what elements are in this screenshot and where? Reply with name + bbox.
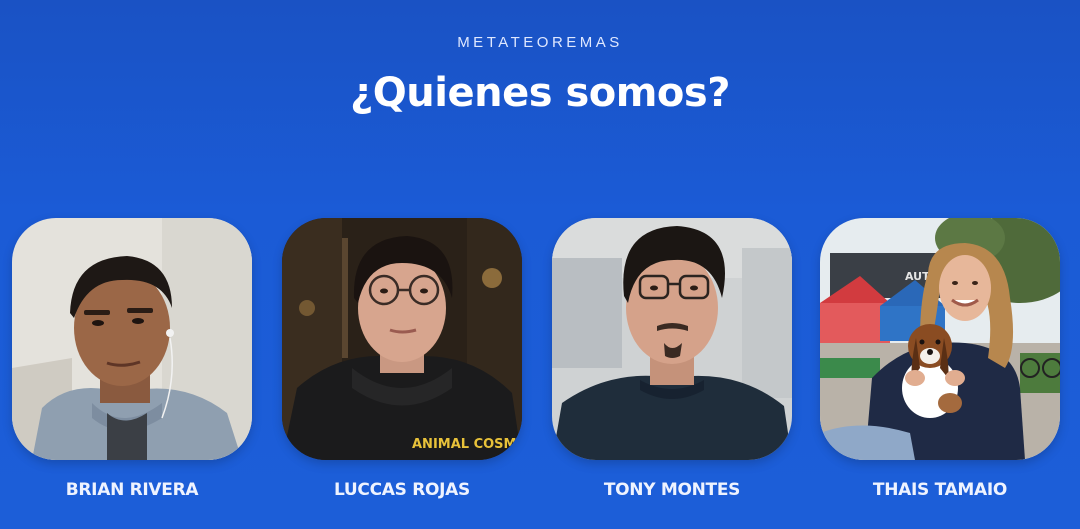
- kicker-label: METATEOREMAS: [457, 34, 623, 51]
- page-title: ¿Quienes somos?: [350, 70, 730, 116]
- team-member-photo-luccas: ANIMAL COSMIC: [282, 218, 522, 460]
- portrait-image: AUTO: [820, 218, 1060, 460]
- portrait-image: [12, 218, 252, 460]
- team-member-photo-brian: [12, 218, 252, 460]
- portrait-image: [552, 218, 792, 460]
- team-member-name: BRIAN RIVERA: [65, 480, 199, 500]
- shirt-print-text: ANIMAL COSMIC: [412, 437, 522, 452]
- team-member-name: TONY MONTES: [603, 480, 741, 500]
- team-member-photo-thais: AUTO: [820, 218, 1060, 460]
- team-member-name: THAIS TAMAIO: [872, 480, 1008, 500]
- team-member-name: LUCCAS ROJAS: [334, 480, 470, 500]
- team-member-photo-tony: [552, 218, 792, 460]
- portrait-image: ANIMAL COSMIC: [282, 218, 522, 460]
